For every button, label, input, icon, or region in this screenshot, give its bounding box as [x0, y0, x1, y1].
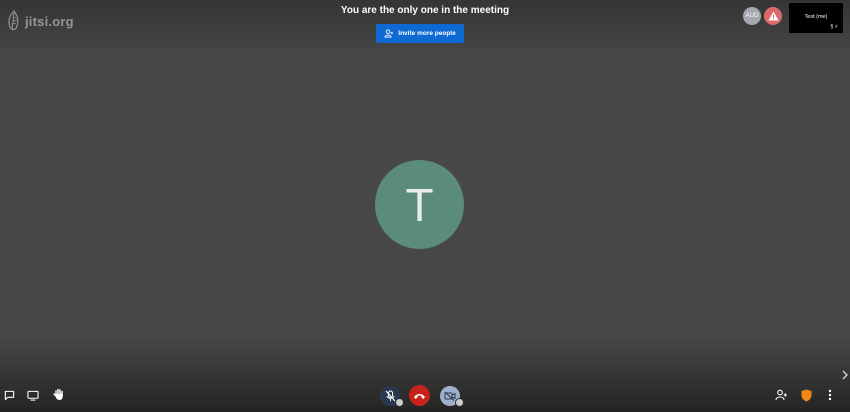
- warning-icon: [768, 11, 778, 21]
- security-shield-icon: [801, 389, 811, 401]
- audio-only-avatar[interactable]: AUD: [743, 7, 761, 25]
- add-person-icon: [384, 29, 394, 38]
- self-view-status: § ⚡: [830, 24, 838, 30]
- invite-more-people-button[interactable]: Invite more people: [376, 24, 464, 43]
- camera-options-badge[interactable]: [455, 398, 464, 407]
- chat-icon: [4, 390, 14, 400]
- security-options-button[interactable]: [799, 388, 813, 402]
- microphone-muted-icon: [385, 390, 395, 402]
- raise-hand-button[interactable]: [52, 387, 66, 402]
- main-participant-avatar: T: [375, 160, 464, 249]
- only-one-notice: You are the only one in the meeting: [340, 5, 510, 16]
- screenshare-button[interactable]: [26, 388, 40, 402]
- self-view-thumbnail[interactable]: Test (me) § ⚡: [789, 3, 843, 33]
- audio-only-label: AUD: [745, 13, 759, 19]
- microphone-toggle-button[interactable]: [380, 386, 404, 407]
- filmstrip-toggle[interactable]: [840, 368, 850, 380]
- chat-button[interactable]: [2, 388, 16, 402]
- screenshare-icon: [27, 390, 39, 401]
- hangup-button[interactable]: [409, 385, 430, 406]
- more-options-button[interactable]: [825, 388, 835, 402]
- invite-button-label: Invite more people: [398, 30, 456, 37]
- self-view-name: Test (me): [804, 14, 828, 20]
- connection-warning-avatar[interactable]: [764, 7, 782, 25]
- participant-avatars: AUD: [743, 7, 782, 25]
- avatar-initial: T: [405, 178, 434, 231]
- raise-hand-icon: [53, 388, 63, 400]
- hangup-icon: [414, 393, 425, 399]
- microphone-options-badge[interactable]: [395, 398, 404, 407]
- chevron-right-icon: [842, 370, 848, 380]
- invite-participants-button[interactable]: [774, 388, 788, 402]
- camera-toggle-button[interactable]: [440, 386, 464, 407]
- camera-muted-icon: [444, 391, 456, 401]
- more-options-icon: [828, 389, 832, 401]
- invite-participants-icon: [775, 389, 787, 401]
